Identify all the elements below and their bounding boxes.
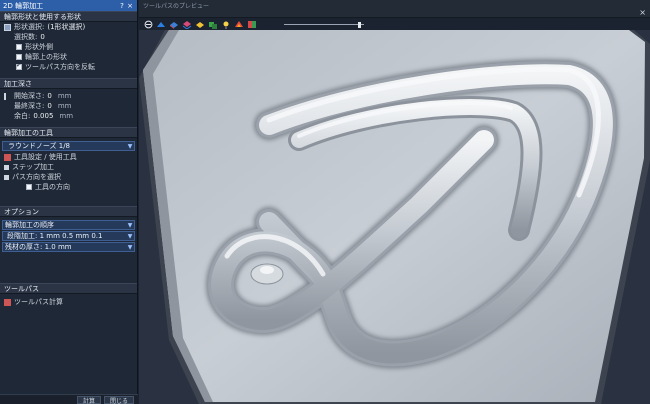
viewport-close-icon[interactable]: × [639,8,646,17]
section-toolpath-header[interactable]: ツールパス [0,283,137,294]
toolpath-calc-row[interactable]: ツールパス計算 [0,297,137,307]
outside-label: 形状外側 [25,43,53,51]
viewport-title-bar: ツールパスのプレビュー × [139,0,650,18]
allowance-value[interactable]: 0.005 [33,112,53,120]
chevron-down-icon: ▼ [127,221,133,229]
calculate-button[interactable]: 計算 [76,396,101,404]
geometry-select-label: 形状選択: [14,23,45,31]
layer-stack-icon[interactable] [182,20,192,29]
slider-thumb[interactable] [358,22,361,28]
view-reset-icon[interactable] [143,20,153,29]
section-tool-header[interactable]: 輪郭加工の工具 [0,127,137,138]
selection-icon [4,23,11,31]
order-dropdown[interactable]: 輪郭加工の順序 ▼ [2,220,135,230]
light-icon[interactable] [221,20,231,29]
selection-count-value: 0 [40,33,45,41]
simulation-icon[interactable] [208,20,218,29]
material-block-icon[interactable] [169,20,179,29]
check-reverse-row[interactable]: ツールパス方向を反転 [0,62,137,72]
tool-direction-label: 工具の方向 [35,183,70,191]
panel-footer: 計算 閉じる [0,394,138,404]
reverse-direction-checkbox[interactable] [16,62,22,70]
path-direction-label: パス方向を選択 [12,173,61,181]
stepdown-dropdown-value: 段階加工: 1 mm 0.5 mm 0.1 [7,232,103,240]
3d-model-render [139,30,650,404]
path-direction-row[interactable]: パス方向を選択 [0,172,137,182]
step-machining-row[interactable]: ステップ加工 [0,162,137,172]
on-contour-checkbox[interactable] [16,54,22,60]
toolpath-icon [4,298,11,306]
stock-dropdown[interactable]: 残材の厚さ: 1.0 mm ▼ [2,242,135,252]
on-contour-label: 輪郭上の形状 [25,53,67,61]
reverse-direction-label: ツールパス方向を反転 [25,63,95,71]
depth-icon [4,92,11,100]
final-depth-value[interactable]: 0 [47,102,51,110]
toolpath-calc-label: ツールパス計算 [14,298,63,306]
chevron-down-icon: ▼ [127,243,133,251]
chevron-down-icon: ▼ [127,142,133,150]
geometry-select-row: 形状選択: (1形状選択) [0,22,137,32]
tool-direction-row[interactable]: 工具の方向 [0,182,137,192]
tool-settings-row[interactable]: 工具設定 / 使用工具 [0,152,137,162]
tool-dropdown[interactable]: ラウンドノーズ 1/8 ▼ [2,141,135,151]
color-mode-icon[interactable] [234,20,244,29]
start-depth-label: 開始深さ: [14,92,45,100]
chevron-down-icon: ▼ [127,232,133,240]
geometry-select-value: (1形状選択) [47,23,86,31]
view-toolbar [139,18,257,30]
bump-highlight [260,266,274,274]
toolpath-visibility-icon[interactable] [156,20,166,29]
panel-title-bar: 2D 輪郭加工 ? × [0,0,137,11]
final-depth-label: 最終深さ: [14,102,45,110]
start-depth-unit: mm [57,92,72,100]
close-icon[interactable]: × [126,2,134,10]
transparency-slider[interactable] [284,22,364,28]
slider-track [284,24,364,25]
check-on-contour-row[interactable]: 輪郭上の形状 [0,52,137,62]
3d-viewport[interactable] [139,30,650,404]
panel-title: 2D 輪郭加工 [3,1,44,10]
step-machining-label: ステップ加工 [12,163,54,171]
close-button[interactable]: 閉じる [103,396,134,404]
tool-direction-checkbox[interactable] [26,184,32,190]
tool-dropdown-value: ラウンドノーズ 1/8 [8,142,71,150]
start-depth-value[interactable]: 0 [47,92,51,100]
direction-bullet [4,174,9,180]
app-window: 2D 輪郭加工 ? × 輪郭形状と使用する形状 形状選択: (1形状選択) 選択… [0,0,650,404]
final-depth-unit: mm [57,102,72,110]
tool-settings-icon [4,153,11,161]
section-depth-header[interactable]: 加工深さ [0,78,137,89]
viewport-title: ツールパスのプレビュー [143,3,210,10]
help-icon[interactable]: ? [118,2,126,10]
allowance-unit: mm [59,112,74,120]
start-depth-row[interactable]: 開始深さ: 0 mm [0,91,137,101]
allowance-row[interactable]: 余白: 0.005 mm [0,111,137,121]
stock-dropdown-value: 残材の厚さ: 1.0 mm [5,243,72,251]
stepdown-dropdown[interactable]: 段階加工: 1 mm 0.5 mm 0.1 ▼ [2,231,135,241]
toolpath-panel: 2D 輪郭加工 ? × 輪郭形状と使用する形状 形状選択: (1形状選択) 選択… [0,0,138,404]
tool-settings-label: 工具設定 / 使用工具 [14,153,77,161]
section-options-header[interactable]: オプション [0,206,137,217]
final-depth-row[interactable]: 最終深さ: 0 mm [0,101,137,111]
step-bullet [4,164,9,170]
selection-count-label: 選択数: [14,33,38,41]
palette-icon[interactable] [247,20,257,29]
shade-model-icon[interactable] [195,20,205,29]
order-dropdown-value: 輪郭加工の順序 [5,221,54,229]
check-outside-row[interactable]: 形状外側 [0,42,137,52]
allowance-label: 余白: [14,112,31,120]
section-geometry-header[interactable]: 輪郭形状と使用する形状 [0,11,137,22]
selection-count-row: 選択数: 0 [0,32,137,42]
outside-checkbox[interactable] [16,44,22,50]
